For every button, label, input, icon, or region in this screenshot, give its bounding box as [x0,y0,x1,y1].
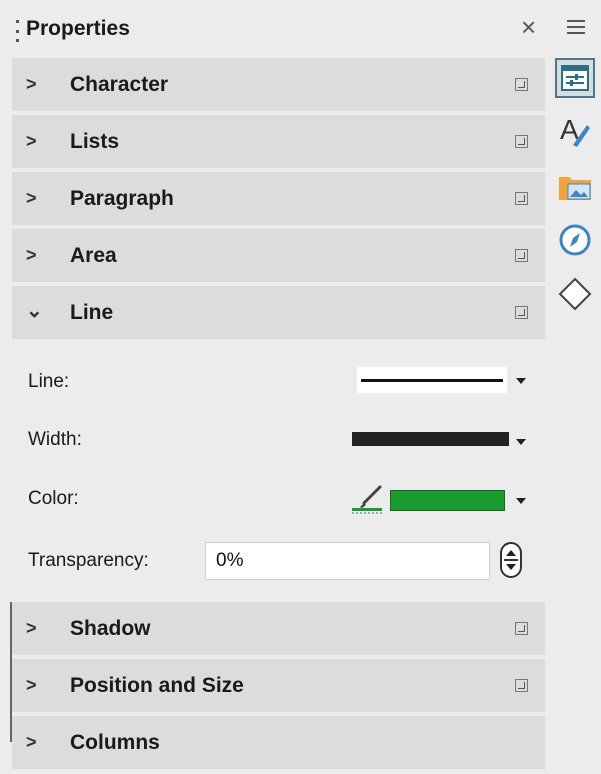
shapes-icon [558,277,592,311]
more-options-icon[interactable] [515,622,528,635]
line-section-body: Line: Width: Color: Transparency: 0% [12,343,545,601]
dropdown-arrow-icon[interactable] [516,498,526,504]
line-style-label: Line: [28,371,70,392]
section-area[interactable]: > Area [12,229,545,284]
transparency-input[interactable]: 0% [205,542,490,580]
line-color-pen-icon[interactable] [350,481,386,515]
more-options-icon[interactable] [515,192,528,205]
section-shadow[interactable]: > Shadow [12,602,545,657]
more-options-icon[interactable] [515,306,528,319]
gallery-icon [559,177,591,200]
section-columns[interactable]: > Columns [12,716,545,771]
chevron-right-icon: > [26,245,37,265]
chevron-right-icon: > [26,618,37,638]
transparency-spin-button[interactable] [500,542,522,578]
chevron-right-icon: > [26,188,37,208]
properties-panel: Properties × > Character > Lists > Parag… [0,0,545,774]
chevron-right-icon: > [26,74,37,94]
styles-icon: A [560,115,590,147]
chevron-right-icon: > [26,131,37,151]
line-width-label: Width: [28,429,82,450]
chevron-right-icon: > [26,675,37,695]
line-width-dropdown[interactable] [352,432,509,446]
section-label: Position and Size [70,674,244,697]
section-position-and-size[interactable]: > Position and Size [12,659,545,714]
section-label: Paragraph [70,187,174,210]
line-color-swatch[interactable] [390,490,505,511]
navigator-icon [559,224,591,256]
section-character[interactable]: > Character [12,58,545,113]
section-line[interactable]: ⌄ Line [12,286,545,341]
panel-border [10,602,12,742]
drag-handle-icon[interactable] [16,20,19,42]
section-label: Area [70,244,117,267]
panel-titlebar: Properties × [0,0,545,58]
section-lists[interactable]: > Lists [12,115,545,170]
properties-icon [561,65,589,91]
line-color-label: Color: [28,488,79,509]
close-icon[interactable]: × [521,14,536,40]
section-label: Character [70,73,169,96]
transparency-label: Transparency: [28,550,149,571]
dropdown-arrow-icon[interactable] [516,378,526,384]
section-label: Columns [70,731,160,754]
more-options-icon[interactable] [515,249,528,262]
dropdown-arrow-icon[interactable] [516,439,526,445]
tab-navigator[interactable] [555,220,595,260]
tab-shapes[interactable] [555,274,595,314]
sidebar-tabbar: A [549,50,601,350]
sidebar-menu-icon[interactable] [567,20,585,34]
chevron-right-icon: > [26,732,37,752]
more-options-icon[interactable] [515,679,528,692]
chevron-down-icon: ⌄ [26,300,43,322]
panel-title: Properties [26,17,130,40]
tab-gallery[interactable] [555,166,595,206]
tab-properties[interactable] [555,58,595,98]
more-options-icon[interactable] [515,135,528,148]
more-options-icon[interactable] [515,78,528,91]
section-label: Shadow [70,617,151,640]
line-style-dropdown[interactable] [357,367,507,393]
section-paragraph[interactable]: > Paragraph [12,172,545,227]
section-label: Line [70,301,114,324]
section-label: Lists [70,130,120,153]
tab-styles[interactable]: A [555,112,595,152]
